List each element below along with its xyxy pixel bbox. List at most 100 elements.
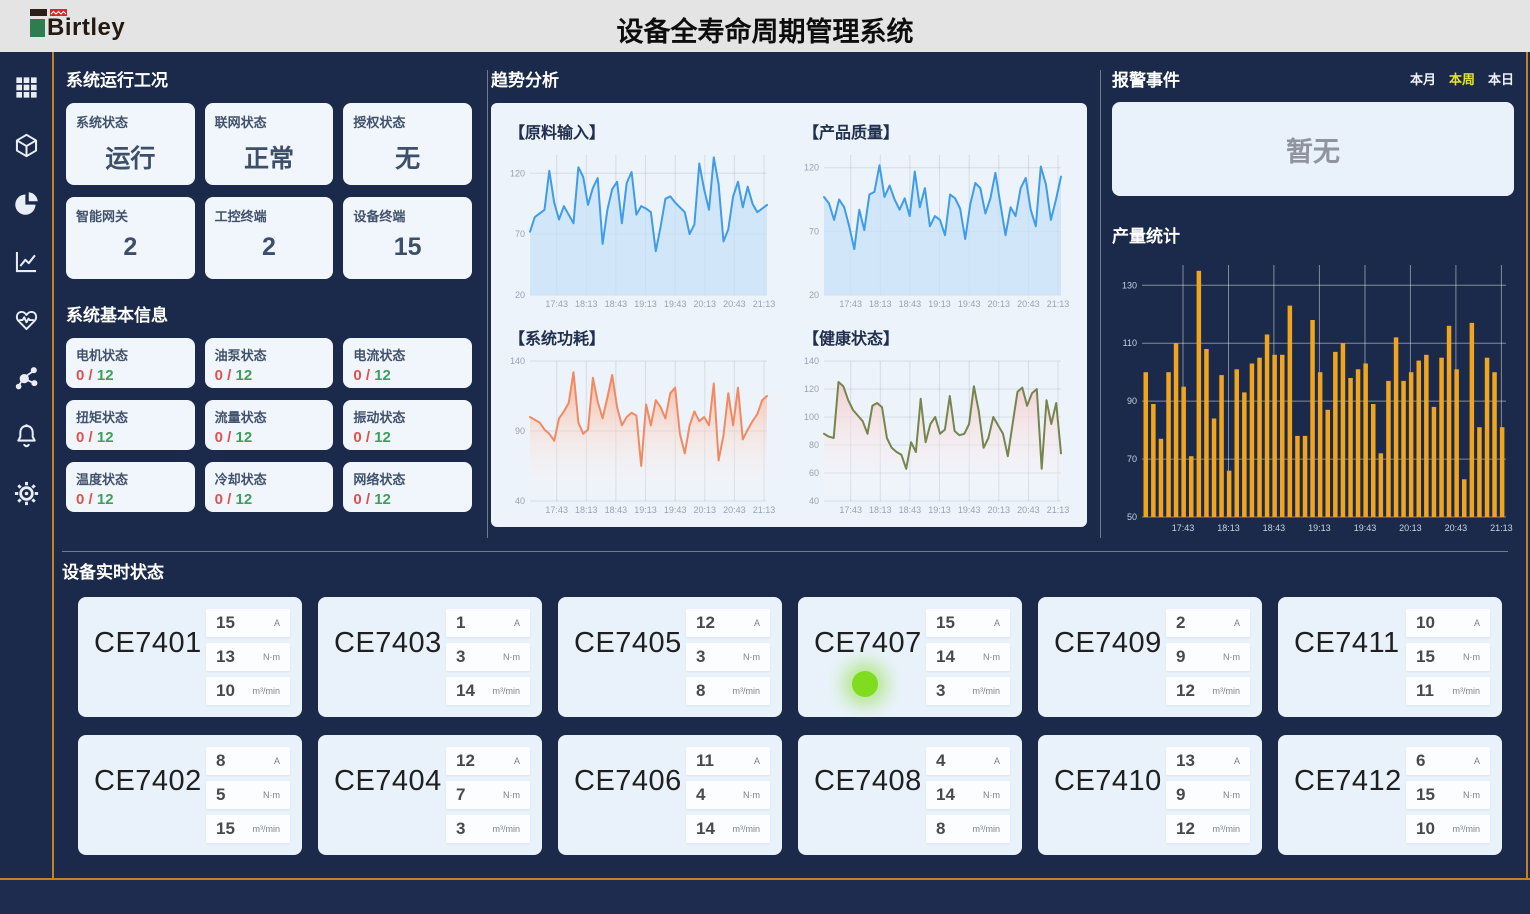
apps-grid-icon[interactable]	[13, 74, 40, 101]
status-card-label: 工控终端	[215, 206, 324, 225]
device-card[interactable]: CE740715A14N·m3m³/min	[798, 597, 1022, 717]
device-metric-unit: A	[1234, 618, 1240, 628]
status-indicator-dot	[852, 671, 878, 697]
status-card-value: 运行	[76, 139, 185, 175]
svg-text:90: 90	[1127, 396, 1137, 406]
device-metric: 15A	[206, 609, 290, 637]
system-info-title: 系统基本信息	[66, 301, 472, 326]
svg-text:140: 140	[804, 356, 819, 366]
svg-text:18:43: 18:43	[605, 299, 628, 309]
alarm-empty-text: 暂无	[1286, 130, 1340, 169]
device-card[interactable]: CE74092A9N·m12m³/min	[1038, 597, 1262, 717]
svg-text:20: 20	[515, 290, 525, 300]
device-metric: 10m³/min	[1406, 815, 1490, 843]
device-metrics: 8A5N·m15m³/min	[206, 747, 290, 843]
device-metric-value: 13	[1176, 751, 1195, 771]
molecule-icon[interactable]	[13, 364, 40, 391]
device-metric: 2A	[1166, 609, 1250, 637]
device-metric-unit: A	[514, 618, 520, 628]
device-card[interactable]: CE740115A13N·m10m³/min	[78, 597, 302, 717]
info-card-alarm-count: 0 /	[76, 491, 97, 508]
cube-icon[interactable]	[13, 132, 40, 159]
device-name: CE7401	[94, 627, 206, 705]
device-card[interactable]: CE741110A15N·m11m³/min	[1278, 597, 1502, 717]
trend-chart-plot: 207012017:4318:1318:4319:1319:4320:1320:…	[503, 147, 777, 311]
info-card-alarm-count: 0 /	[215, 429, 236, 446]
device-card[interactable]: CE740611A4N·m14m³/min	[558, 735, 782, 855]
svg-text:21:13: 21:13	[753, 299, 776, 309]
svg-text:21:13: 21:13	[1047, 299, 1070, 309]
device-metric-value: 11	[1416, 681, 1434, 701]
info-card-total-count: 12	[97, 429, 114, 446]
svg-text:20:43: 20:43	[723, 505, 746, 515]
production-title: 产量统计	[1112, 222, 1514, 247]
device-card[interactable]: CE740412A7N·m3m³/min	[318, 735, 542, 855]
device-metric: 8A	[206, 747, 290, 775]
svg-text:21:13: 21:13	[1490, 523, 1513, 533]
info-card-count: 0 / 12	[76, 429, 185, 446]
health-pulse-icon[interactable]	[13, 306, 40, 333]
device-metric: 12A	[446, 747, 530, 775]
status-card-label: 智能网关	[76, 206, 185, 225]
info-card-count: 0 / 12	[215, 429, 324, 446]
device-metric-unit: A	[274, 618, 280, 628]
svg-text:20:13: 20:13	[1399, 523, 1422, 533]
device-card[interactable]: CE741013A9N·m12m³/min	[1038, 735, 1262, 855]
device-card[interactable]: CE740512A3N·m8m³/min	[558, 597, 782, 717]
device-metric-unit: A	[994, 618, 1000, 628]
info-card-total-count: 12	[97, 367, 114, 384]
info-card-total-count: 12	[97, 491, 114, 508]
device-metric-value: 12	[1176, 819, 1195, 839]
svg-text:19:13: 19:13	[928, 299, 951, 309]
device-metric-unit: A	[754, 756, 760, 766]
device-metric: 3m³/min	[926, 677, 1010, 705]
device-metric-unit: N·m	[263, 790, 280, 800]
pie-chart-icon[interactable]	[13, 190, 40, 217]
device-metric: 12m³/min	[1166, 677, 1250, 705]
device-metric: 7N·m	[446, 781, 530, 809]
device-metric-unit: N·m	[1463, 790, 1480, 800]
device-metric-unit: A	[514, 756, 520, 766]
device-card[interactable]: CE74031A3N·m14m³/min	[318, 597, 542, 717]
svg-text:100: 100	[804, 412, 819, 422]
info-card-total-count: 12	[374, 429, 391, 446]
device-name: CE7412	[1294, 765, 1406, 843]
status-card: 联网状态正常	[205, 103, 334, 185]
device-card[interactable]: CE74126A15N·m10m³/min	[1278, 735, 1502, 855]
footer-bar	[0, 880, 1530, 914]
svg-text:40: 40	[515, 496, 525, 506]
page-title: 设备全寿命周期管理系统	[0, 10, 1530, 49]
device-name: CE7402	[94, 765, 206, 843]
svg-text:140: 140	[510, 356, 525, 366]
svg-text:20:13: 20:13	[694, 299, 717, 309]
bell-icon[interactable]	[13, 422, 40, 449]
svg-text:18:43: 18:43	[899, 505, 922, 515]
alarm-tab-0[interactable]: 本月	[1410, 69, 1436, 88]
svg-text:20:13: 20:13	[988, 505, 1011, 515]
info-card-alarm-count: 0 /	[215, 367, 236, 384]
status-card-value: 无	[353, 139, 462, 175]
svg-text:18:43: 18:43	[1263, 523, 1286, 533]
device-card[interactable]: CE74028A5N·m15m³/min	[78, 735, 302, 855]
settings-icon[interactable]	[13, 480, 40, 507]
device-metric-value: 14	[456, 681, 475, 701]
alarm-tab-2[interactable]: 本日	[1488, 69, 1514, 88]
alarm-tab-1[interactable]: 本周	[1449, 69, 1475, 88]
info-card-label: 流量状态	[215, 407, 324, 426]
device-name: CE7410	[1054, 765, 1166, 843]
production-chart: 50709011013017:4318:1318:4319:1319:4320:…	[1112, 255, 1514, 535]
info-card: 网络状态0 / 12	[343, 462, 472, 512]
trend-icon[interactable]	[13, 248, 40, 275]
trend-chart-plot: 409014017:4318:1318:4319:1319:4320:1320:…	[503, 353, 777, 517]
device-metric-value: 10	[1416, 613, 1435, 633]
device-metric-value: 10	[1416, 819, 1435, 839]
device-metric: 12m³/min	[1166, 815, 1250, 843]
device-metric: 15N·m	[1406, 781, 1490, 809]
device-card[interactable]: CE74084A14N·m8m³/min	[798, 735, 1022, 855]
device-metric-unit: N·m	[1223, 652, 1240, 662]
info-card-label: 冷却状态	[215, 469, 324, 488]
trend-chart-title: 【健康状态】	[803, 325, 1071, 349]
svg-text:50: 50	[1127, 512, 1137, 522]
device-metric-value: 7	[456, 785, 465, 805]
svg-text:90: 90	[515, 426, 525, 436]
